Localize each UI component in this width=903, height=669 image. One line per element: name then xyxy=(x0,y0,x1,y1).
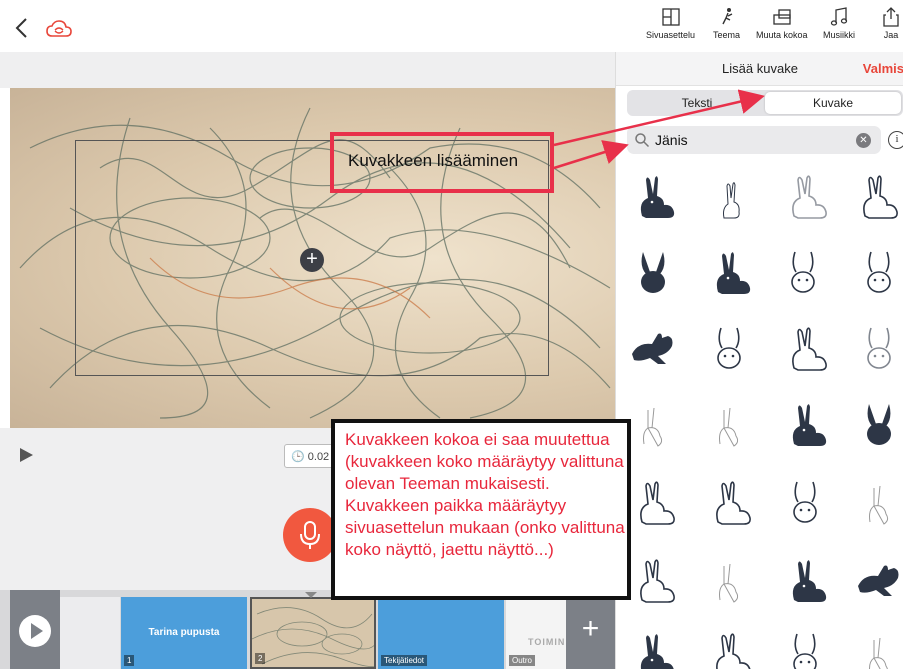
music-icon xyxy=(830,7,848,26)
rabbit-icon-19[interactable] xyxy=(780,478,830,528)
done-button[interactable]: Valmis xyxy=(863,61,903,76)
icon-results-grid xyxy=(616,168,903,669)
duration-badge[interactable]: 🕒 0.02 xyxy=(284,444,336,468)
timeline-clip-credits[interactable]: Tekijätiedot xyxy=(378,597,504,669)
clip-number: 1 xyxy=(124,655,135,666)
clock-icon: 🕒 xyxy=(291,451,305,463)
clip-title: Tarina pupusta xyxy=(148,627,220,638)
microphone-icon xyxy=(300,521,320,549)
record-button[interactable] xyxy=(283,508,337,562)
add-icon-panel: Lisää kuvake Valmis Teksti Kuvake Jänis … xyxy=(615,52,903,669)
rabbit-icon-1[interactable] xyxy=(628,172,678,222)
layout-icon xyxy=(661,8,680,26)
clip-number: Outro xyxy=(509,655,536,666)
cloud-sync-icon[interactable] xyxy=(46,20,72,38)
rabbit-icon-4[interactable] xyxy=(851,172,901,222)
add-element-button[interactable]: + xyxy=(300,248,324,272)
search-icon xyxy=(635,133,650,148)
rabbit-icon-2[interactable] xyxy=(706,172,756,222)
rabbit-icon-12[interactable] xyxy=(854,324,903,374)
search-value: Jänis xyxy=(655,132,688,148)
timeline-play-button[interactable] xyxy=(10,590,60,669)
toolbar-share-label: Jaa xyxy=(883,30,899,40)
rabbit-icon-9[interactable] xyxy=(628,324,678,374)
rabbit-icon-15[interactable] xyxy=(780,400,830,450)
toolbar-music-label: Musiikki xyxy=(823,30,856,40)
clip-number: Tekijätiedot xyxy=(381,655,428,666)
toolbar-layout-label: Sivuasettelu xyxy=(646,30,696,40)
app-window: Sivuasettelu Teema Muuta kokoa Musiikki … xyxy=(0,0,903,669)
rabbit-icon-24[interactable] xyxy=(854,556,903,606)
rabbit-icon-5[interactable] xyxy=(628,248,678,298)
icon-search-input[interactable]: Jänis ✕ xyxy=(627,126,881,154)
play-icon[interactable] xyxy=(20,448,33,462)
editor-header-strip xyxy=(0,52,615,88)
rabbit-icon-7[interactable] xyxy=(778,248,828,298)
play-triangle-icon xyxy=(31,623,43,639)
panel-header: Lisää kuvake Valmis xyxy=(616,52,903,86)
annotation-add-icon: Kuvakkeen lisääminen xyxy=(330,132,554,193)
resize-icon xyxy=(773,9,791,25)
top-toolbar: Sivuasettelu Teema Muuta kokoa Musiikki … xyxy=(0,0,903,52)
type-segmented-control: Teksti Kuvake xyxy=(627,90,903,116)
rabbit-icon-22[interactable] xyxy=(704,556,754,606)
clip-title: TOIMIN xyxy=(528,637,566,647)
annotation-add-icon-text: Kuvakkeen lisääminen xyxy=(348,151,519,170)
playhead-marker xyxy=(305,592,317,598)
duration-value: 0.02 xyxy=(307,451,330,463)
annotation-icon-size-text: Kuvakkeen kokoa ei saa muutettua (kuvakk… xyxy=(345,430,625,559)
info-icon[interactable]: i xyxy=(888,131,903,149)
annotation-icon-size-note: Kuvakkeen kokoa ei saa muutettua (kuvakk… xyxy=(331,419,631,600)
toolbar-resize-label: Muuta kokoa xyxy=(756,30,808,40)
clip-thumbnail xyxy=(252,607,374,667)
panel-title: Lisää kuvake xyxy=(722,61,798,76)
toolbar-share[interactable]: Jaa xyxy=(880,6,902,40)
toolbar-theme-label: Teema xyxy=(713,30,741,40)
rabbit-icon-23[interactable] xyxy=(780,556,830,606)
plus-icon: + xyxy=(581,612,600,645)
toolbar-resize[interactable]: Muuta kokoa xyxy=(756,6,808,40)
rabbit-icon-26[interactable] xyxy=(704,630,754,669)
rabbit-icon-20[interactable] xyxy=(854,478,903,528)
rabbit-icon-3[interactable] xyxy=(780,172,830,222)
rabbit-icon-21[interactable] xyxy=(628,556,678,606)
rabbit-icon-27[interactable] xyxy=(780,630,830,669)
rabbit-icon-6[interactable] xyxy=(704,248,754,298)
timeline-clip-2[interactable]: 2 xyxy=(250,597,376,669)
rabbit-icon-16[interactable] xyxy=(854,400,903,450)
rabbit-icon-18[interactable] xyxy=(704,478,754,528)
back-chevron-icon[interactable] xyxy=(14,17,30,39)
toolbar-theme[interactable]: Teema xyxy=(713,6,740,40)
rabbit-icon-28[interactable] xyxy=(854,630,903,669)
rabbit-icon-10[interactable] xyxy=(704,324,754,374)
tab-icon[interactable]: Kuvake xyxy=(765,92,901,114)
rabbit-icon-8[interactable] xyxy=(854,248,903,298)
share-icon xyxy=(883,7,899,27)
theme-icon xyxy=(721,8,732,25)
timeline-clip-outro[interactable]: TOIMIN Outro xyxy=(506,597,566,669)
timeline-start-spacer xyxy=(60,597,120,669)
timeline-clip-1[interactable]: Tarina pupusta 1 xyxy=(121,597,247,669)
toolbar-layout[interactable]: Sivuasettelu xyxy=(646,6,695,40)
tab-text[interactable]: Teksti xyxy=(629,92,765,114)
clear-search-icon[interactable]: ✕ xyxy=(856,133,871,148)
toolbar-music[interactable]: Musiikki xyxy=(823,6,855,40)
clip-number: 2 xyxy=(255,653,266,664)
rabbit-icon-25[interactable] xyxy=(628,630,678,669)
add-page-button[interactable]: + xyxy=(566,590,615,669)
rabbit-icon-14[interactable] xyxy=(704,400,754,450)
rabbit-icon-11[interactable] xyxy=(780,324,830,374)
